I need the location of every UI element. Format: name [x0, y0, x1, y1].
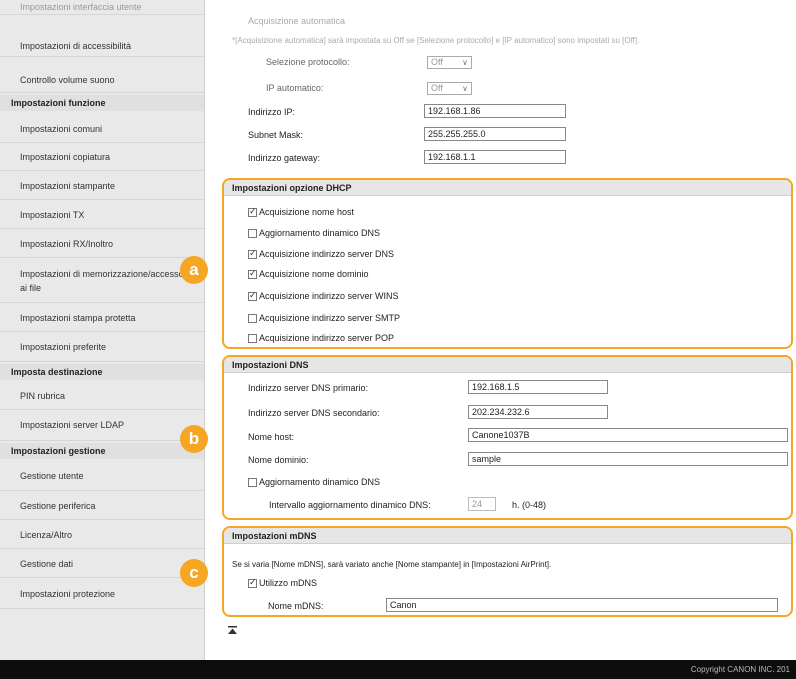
sidebar-item-common[interactable]: Impostazioni comuni — [0, 115, 204, 143]
sidebar-item-data-mgmt[interactable]: Gestione dati — [0, 550, 204, 578]
sidebar-item-ldap[interactable]: Impostazioni server LDAP — [0, 410, 204, 441]
dns-primary-input[interactable] — [468, 380, 608, 394]
sidebar-item-printer[interactable]: Impostazioni stampante — [0, 172, 204, 200]
sidebar-item-device-mgmt[interactable]: Gestione periferica — [0, 492, 204, 520]
sidebar-item-secure-print[interactable]: Impostazioni stampa protetta — [0, 304, 204, 332]
mdns-name-input[interactable] — [386, 598, 778, 612]
checkbox-dns-dynamic-update[interactable]: Aggiornamento dinamico DNS — [248, 477, 380, 487]
dhcp-section-title: Impostazioni opzione DHCP — [224, 180, 791, 196]
checkbox-box[interactable] — [248, 477, 257, 487]
sidebar-item-rx-forward[interactable]: Impostazioni RX/Inoltro — [0, 230, 204, 258]
sidebar-item-address-pin[interactable]: PIN rubrica — [0, 382, 204, 410]
checkbox-dynamic-dns[interactable]: Aggiornamento dinamico DNS — [248, 228, 380, 238]
sidebar: Impostazioni interfaccia utente Impostaz… — [0, 0, 205, 660]
ip-address-label: Indirizzo IP: — [248, 107, 296, 117]
mdns-name-label: Nome mDNS: — [268, 601, 324, 611]
dns-primary-label: Indirizzo server DNS primario: — [248, 383, 369, 393]
sidebar-item-favorites[interactable]: Impostazioni preferite — [0, 333, 204, 362]
sidebar-item-copy[interactable]: Impostazioni copiatura — [0, 143, 204, 171]
sidebar-item-tx[interactable]: Impostazioni TX — [0, 201, 204, 229]
sidebar-item-store-access[interactable]: Impostazioni di memorizzazione/accesso a… — [0, 259, 204, 303]
dhcp-section: Impostazioni opzione DHCP — [222, 178, 793, 349]
domain-name-input[interactable] — [468, 452, 788, 466]
sidebar-heading-destination: Imposta destinazione — [0, 364, 204, 380]
checkbox-box[interactable] — [248, 248, 257, 259]
checkbox-box[interactable] — [248, 268, 257, 279]
checkbox-domain-name[interactable]: Acquisizione nome dominio — [248, 268, 369, 279]
protocol-select[interactable]: Off ∨ — [427, 56, 472, 69]
mdns-note: Se si varia [Nome mDNS], sarà variato an… — [232, 560, 552, 569]
callout-badge-c: c — [180, 559, 208, 587]
sidebar-heading-functions: Impostazioni funzione — [0, 95, 204, 111]
gateway-input[interactable] — [424, 150, 566, 164]
checkbox-box[interactable] — [248, 333, 257, 343]
dns-secondary-input[interactable] — [468, 405, 608, 419]
dns-interval-label: Intervallo aggiornamento dinamico DNS: — [269, 500, 431, 510]
callout-badge-b: b — [180, 425, 208, 453]
chevron-down-icon: ∨ — [462, 58, 468, 67]
host-name-label: Nome host: — [248, 432, 295, 442]
gateway-label: Indirizzo gateway: — [248, 153, 321, 163]
sidebar-item-accessibility[interactable]: Impostazioni di accessibilità — [0, 35, 204, 57]
checkbox-pop-server[interactable]: Acquisizione indirizzo server POP — [248, 333, 394, 343]
dns-section-title: Impostazioni DNS — [224, 357, 791, 373]
checkbox-box[interactable] — [248, 313, 257, 323]
protocol-label: Selezione protocollo: — [266, 57, 350, 67]
host-name-input[interactable] — [468, 428, 788, 442]
checkbox-host-name[interactable]: Acquisizione nome host — [248, 206, 354, 217]
checkbox-smtp-server[interactable]: Acquisizione indirizzo server SMTP — [248, 313, 400, 323]
checkbox-box[interactable] — [248, 577, 257, 588]
sidebar-item-ui-settings[interactable]: Impostazioni interfaccia utente — [0, 0, 204, 15]
dns-interval-unit: h. (0-48) — [512, 500, 547, 510]
footer: Copyright CANON INC. 201 — [0, 660, 796, 679]
checkbox-wins-server[interactable]: Acquisizione indirizzo server WINS — [248, 290, 399, 301]
sidebar-item-volume[interactable]: Controllo volume suono — [0, 67, 204, 93]
auto-acquire-title: Acquisizione automatica — [248, 16, 346, 26]
callout-badge-a: a — [180, 256, 208, 284]
sidebar-item-license[interactable]: Licenza/Altro — [0, 521, 204, 549]
auto-ip-label: IP automatico: — [266, 83, 324, 93]
mdns-section-title: Impostazioni mDNS — [224, 528, 791, 544]
ip-address-input[interactable] — [424, 104, 566, 118]
subnet-label: Subnet Mask: — [248, 130, 304, 140]
auto-acquire-note: *[Acquisizione automatica] sarà impostat… — [232, 36, 640, 45]
checkbox-box[interactable] — [248, 206, 257, 217]
sidebar-heading-management: Impostazioni gestione — [0, 443, 204, 459]
sidebar-item-security[interactable]: Impostazioni protezione — [0, 579, 204, 609]
subnet-input[interactable] — [424, 127, 566, 141]
checkbox-use-mdns[interactable]: Utilizzo mDNS — [248, 577, 317, 588]
domain-name-label: Nome dominio: — [248, 455, 309, 465]
dns-secondary-label: Indirizzo server DNS secondario: — [248, 408, 380, 418]
copyright-text: Copyright CANON INC. 201 — [690, 665, 790, 674]
dns-interval-input[interactable] — [468, 497, 496, 511]
checkbox-dns-server[interactable]: Acquisizione indirizzo server DNS — [248, 248, 394, 259]
checkbox-box[interactable] — [248, 290, 257, 301]
chevron-down-icon: ∨ — [462, 84, 468, 93]
sidebar-item-user-mgmt[interactable]: Gestione utente — [0, 461, 204, 491]
to-top-icon[interactable] — [228, 626, 237, 635]
auto-ip-select[interactable]: Off ∨ — [427, 82, 472, 95]
checkbox-box[interactable] — [248, 228, 257, 238]
